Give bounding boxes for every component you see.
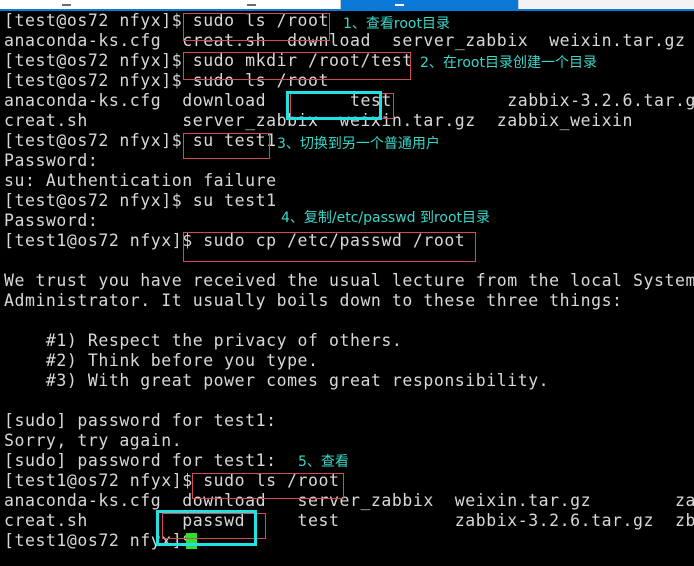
terminal-line: [test1@os72 nfyx]$ sudo cp /etc/passwd /…	[4, 231, 466, 250]
terminal-line: [test@os72 nfyx]$ su test1	[4, 131, 277, 150]
terminal-line: creat.sh passwd test zabbix-3.2.6.tar.gz…	[4, 511, 694, 530]
chrome-tab-1b-dash	[247, 4, 256, 6]
chrome-tab-1-dash	[62, 4, 71, 6]
terminal-line: [test@os72 nfyx]$ su test1	[4, 191, 277, 210]
terminal-cursor	[186, 533, 197, 549]
terminal-line: [test@os72 nfyx]$ sudo mkdir /root/test	[4, 51, 413, 70]
terminal-line: [test1@os72 nfyx]$ sudo ls /root	[4, 471, 340, 490]
chrome-tab-2-dash	[395, 4, 404, 6]
terminal-line: Administrator. It usually boils down to …	[4, 291, 623, 310]
terminal-line: [sudo] password for test1:	[4, 411, 277, 430]
terminal-line: Password:	[4, 211, 99, 230]
terminal-line: anaconda-ks.cfg download server_zabbix w…	[4, 491, 694, 510]
window-chrome-strip	[0, 0, 694, 11]
terminal-line: #1) Respect the privacy of others.	[4, 331, 403, 350]
terminal-line: anaconda-ks.cfg download test zabbix-3.2…	[4, 91, 694, 110]
annotation-5: 5、查看	[298, 454, 349, 470]
terminal-line: #3) With great power comes great respons…	[4, 371, 550, 390]
terminal-line: [sudo] password for test1:	[4, 451, 277, 470]
annotation-1: 1、查看root目录	[343, 16, 450, 32]
terminal-line: [test1@os72 nfyx]$	[4, 531, 193, 550]
terminal-window[interactable]: [test@os72 nfyx]$ sudo ls /root anaconda…	[0, 11, 694, 566]
terminal-line: #2) Think before you type.	[4, 351, 319, 370]
annotation-2: 2、在root目录创建一个目录	[420, 55, 597, 71]
terminal-line: anaconda-ks.cfg creat.sh download server…	[4, 31, 694, 50]
annotation-4: 4、复制/etc/passwd 到root目录	[281, 210, 491, 226]
terminal-line: [test@os72 nfyx]$ sudo ls /root	[4, 11, 329, 30]
terminal-line: [test@os72 nfyx]$ sudo ls /root	[4, 71, 329, 90]
terminal-line: Sorry, try again.	[4, 431, 183, 450]
terminal-line: su: Authentication failure	[4, 171, 277, 190]
annotation-3: 3、切换到另一个普通用户	[277, 136, 440, 152]
terminal-line: We trust you have received the usual lec…	[4, 271, 694, 290]
terminal-line: creat.sh server_zabbix weixin.tar.gz zab…	[4, 111, 634, 130]
terminal-line: Password:	[4, 151, 99, 170]
